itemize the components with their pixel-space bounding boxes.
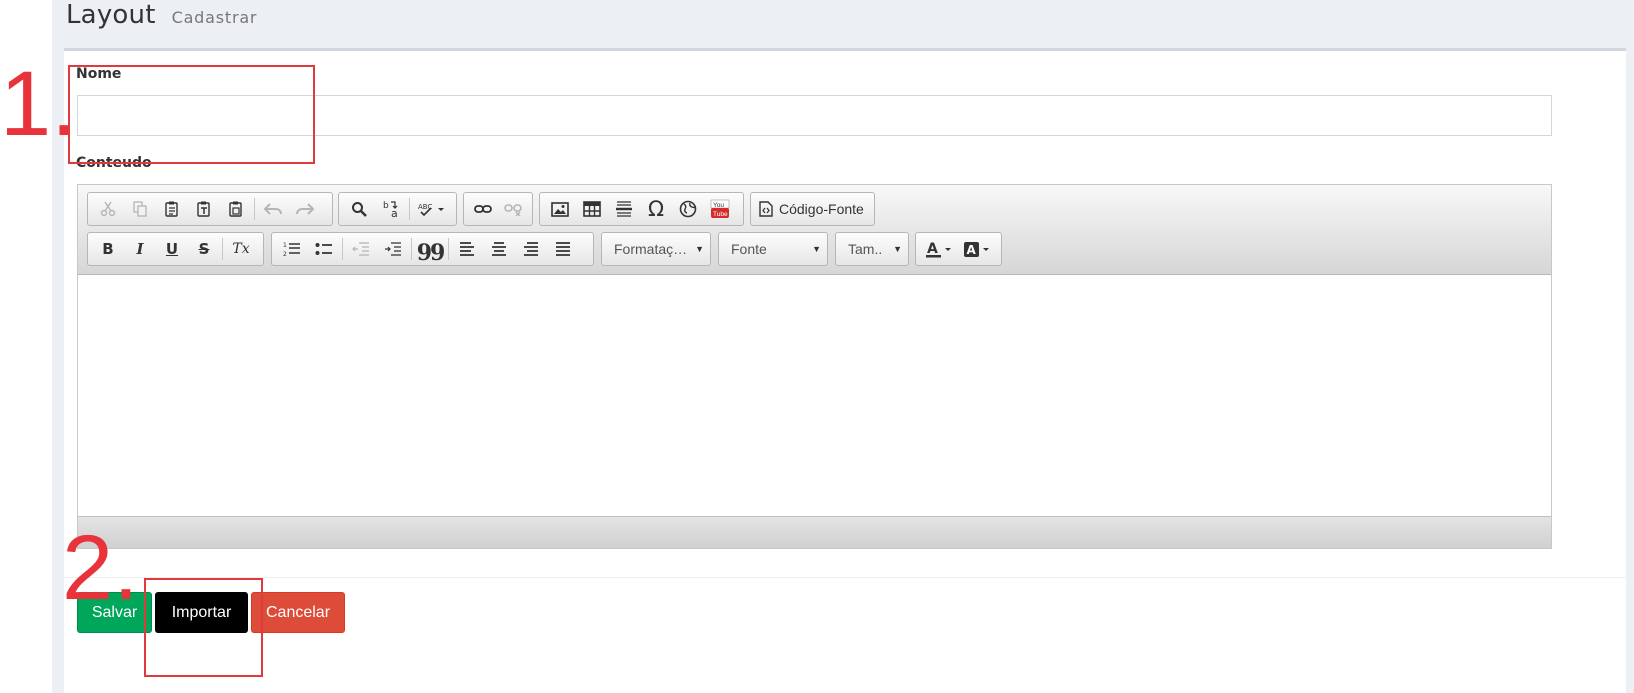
editor-status-bar <box>78 516 1551 548</box>
content-header: Layout Cadastrar <box>66 0 257 32</box>
font-select-label: Fonte <box>731 241 767 257</box>
svg-text:You: You <box>713 202 724 209</box>
source-icon <box>759 201 773 217</box>
format-select-label: Formataç… <box>614 241 688 257</box>
svg-text:A: A <box>927 241 938 257</box>
page: Layout Cadastrar Nome Conteudo b a ABC Ω… <box>0 0 1634 693</box>
size-select-label: Tam.. <box>848 241 883 257</box>
chevron-down-icon: ▼ <box>695 244 704 254</box>
strikethrough-icon[interactable]: S <box>188 234 220 264</box>
link-icon[interactable] <box>468 194 498 224</box>
size-select[interactable]: Tam.. ▼ <box>835 232 909 266</box>
toolbar-separator <box>409 198 410 220</box>
iframe-globe-icon[interactable] <box>672 194 704 224</box>
remove-format-icon[interactable]: Tx <box>225 234 257 264</box>
toolbar-separator <box>254 198 255 220</box>
align-right-icon[interactable] <box>515 234 547 264</box>
bulleted-list-icon[interactable] <box>308 234 340 264</box>
youtube-icon[interactable]: You Tube <box>704 194 736 224</box>
box-footer-divider <box>64 577 1626 578</box>
link-group <box>463 192 533 226</box>
horizontal-line-icon[interactable] <box>608 194 640 224</box>
svg-text:b: b <box>383 201 389 211</box>
find-icon[interactable] <box>343 194 375 224</box>
source-group: Código-Fonte <box>750 192 875 226</box>
table-icon[interactable] <box>576 194 608 224</box>
blockquote-icon[interactable]: 99 <box>414 234 446 266</box>
image-icon[interactable] <box>544 194 576 224</box>
annotation-number-1: 1. <box>0 53 77 155</box>
paragraph-group: 12 99 <box>271 232 594 266</box>
bold-icon[interactable]: B <box>92 234 124 264</box>
toolbar-separator <box>342 238 343 260</box>
find-group: ba ABC <box>338 192 457 226</box>
svg-text:Tube: Tube <box>713 211 728 218</box>
cancel-button[interactable]: Cancelar <box>251 592 345 633</box>
paste-word-icon[interactable] <box>220 194 252 224</box>
special-char-icon[interactable]: Ω <box>640 194 672 224</box>
replace-icon[interactable]: ba <box>375 194 407 224</box>
annotation-number-2: 2. <box>62 517 139 619</box>
annotation-box-1 <box>68 65 315 164</box>
indent-icon[interactable] <box>377 234 409 264</box>
undo-icon[interactable] <box>257 194 289 224</box>
copy-icon[interactable] <box>124 194 156 224</box>
align-justify-icon[interactable] <box>547 234 579 264</box>
svg-text:A: A <box>967 243 977 257</box>
align-center-icon[interactable] <box>483 234 515 264</box>
toolbar-separator <box>222 238 223 260</box>
svg-text:2: 2 <box>283 251 287 257</box>
italic-icon[interactable]: I <box>124 234 156 264</box>
font-select[interactable]: Fonte ▼ <box>718 232 828 266</box>
chevron-down-icon: ▼ <box>893 244 902 254</box>
underline-icon[interactable]: U <box>156 234 188 264</box>
page-subtitle: Cadastrar <box>171 8 258 27</box>
svg-text:a: a <box>391 207 398 219</box>
background-color-icon[interactable]: A <box>958 234 996 264</box>
toolbar-separator <box>448 238 449 260</box>
source-label: Código-Fonte <box>779 201 864 217</box>
format-select[interactable]: Formataç… ▼ <box>601 232 711 266</box>
annotation-box-2 <box>144 578 263 677</box>
editor-toolbar: ba ABC Ω You Tube Código-Fonte B I U S T… <box>78 185 1551 275</box>
numbered-list-icon[interactable]: 12 <box>276 234 308 264</box>
insert-group: Ω You Tube <box>539 192 744 226</box>
page-title: Layout <box>66 0 156 30</box>
cut-icon[interactable] <box>92 194 124 224</box>
svg-text:1: 1 <box>283 242 287 249</box>
rich-text-editor: ba ABC Ω You Tube Código-Fonte B I U S T… <box>77 184 1552 549</box>
outdent-icon[interactable] <box>345 234 377 264</box>
redo-icon[interactable] <box>289 194 321 224</box>
paste-icon[interactable] <box>156 194 188 224</box>
align-left-icon[interactable] <box>451 234 483 264</box>
colors-group: A A <box>915 232 1002 266</box>
paste-text-icon[interactable] <box>188 194 220 224</box>
unlink-icon[interactable] <box>498 194 528 224</box>
editor-content-area[interactable] <box>78 276 1551 517</box>
chevron-down-icon: ▼ <box>812 244 821 254</box>
source-button[interactable]: Código-Fonte <box>759 201 864 217</box>
text-color-icon[interactable]: A <box>920 234 958 264</box>
basic-styles-group: B I U S Tx <box>87 232 264 266</box>
clipboard-group <box>87 192 333 226</box>
spellcheck-icon[interactable]: ABC <box>412 194 452 224</box>
toolbar-separator <box>411 238 412 260</box>
